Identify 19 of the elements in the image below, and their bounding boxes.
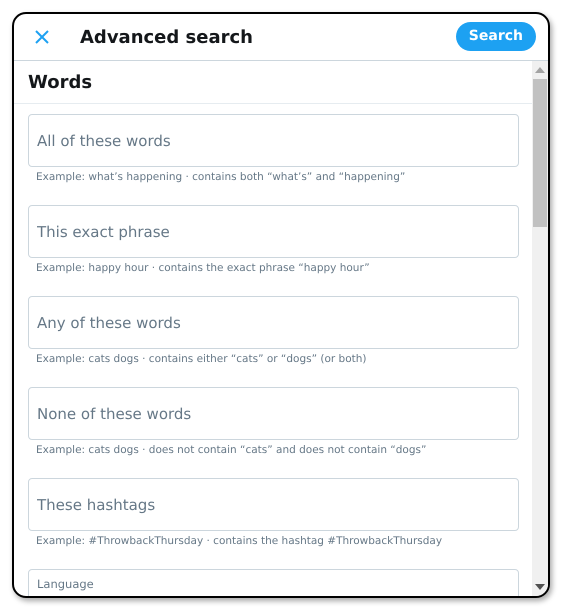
field-hint: Example: what’s happening · contains both “what’s” and “happening”	[36, 171, 406, 183]
scroll-up-icon[interactable]	[535, 67, 545, 73]
field-hint: Example: #ThrowbackThursday · contains the hashtag #ThrowbackThursday	[36, 535, 444, 547]
field-hint: Example: cats dogs · contains either “cats” or “dogs” (or both)	[36, 353, 368, 365]
section-title: Words	[28, 72, 92, 92]
search-button[interactable]: Search	[456, 22, 536, 50]
window-title: Advanced search	[80, 26, 254, 48]
field-hint: Example: cats dogs · does not contain “cats” and does not contain “dogs”	[36, 444, 428, 456]
input-field[interactable]: Any of these words	[28, 296, 519, 349]
scroll-thumb[interactable]	[533, 79, 547, 227]
scrollbar[interactable]	[532, 61, 548, 596]
input-field[interactable]: This exact phrase	[28, 205, 519, 258]
input-field[interactable]: None of these words	[28, 387, 519, 440]
field-hint: Example: happy hour · contains the exact phrase “happy hour”	[36, 262, 371, 274]
scroll-down-icon[interactable]	[535, 584, 545, 590]
input-field[interactable]: All of these words	[28, 114, 519, 167]
language-select[interactable]: Language	[28, 569, 519, 596]
input-field[interactable]: These hashtags	[28, 478, 519, 531]
close-icon	[34, 29, 50, 45]
